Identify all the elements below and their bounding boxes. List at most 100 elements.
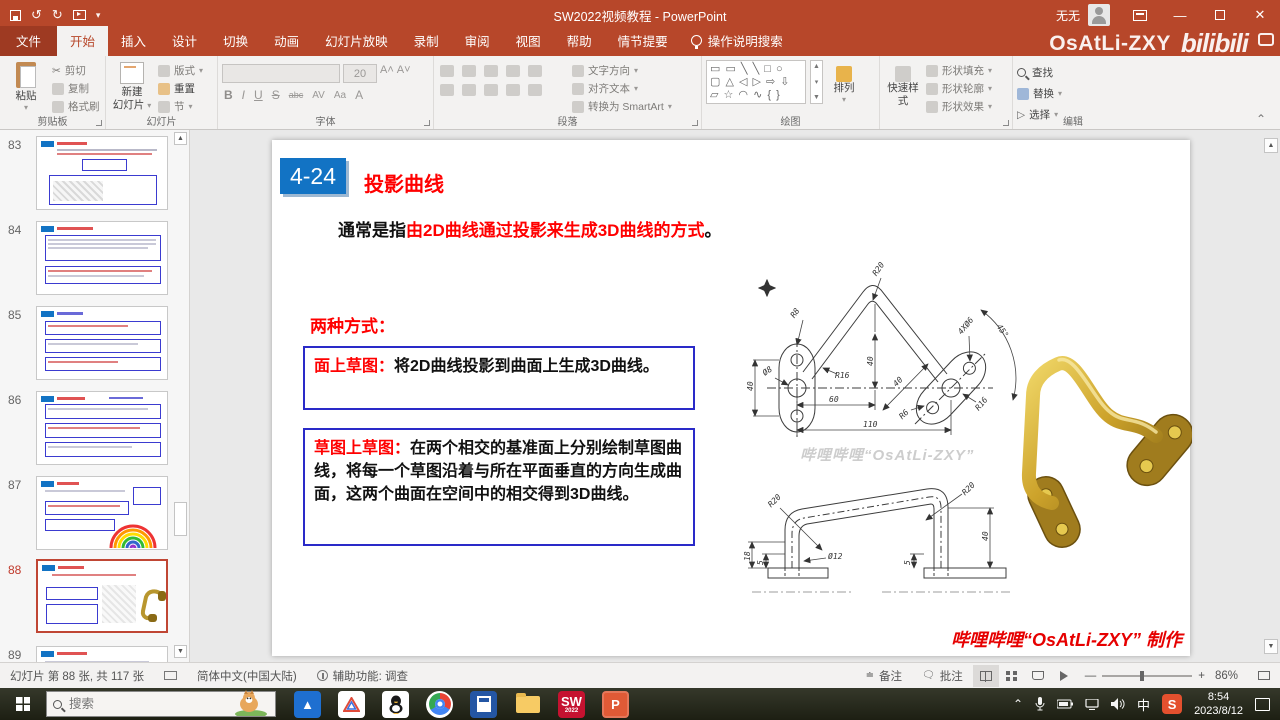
find-button[interactable]: 查找: [1017, 65, 1062, 80]
solidworks-app-icon[interactable]: SW 2022: [558, 690, 585, 720]
shape-outline-button[interactable]: 形状轮廓 ▾: [926, 81, 992, 96]
tab-review[interactable]: 审阅: [452, 26, 503, 56]
quick-styles-button[interactable]: 快速样式: [884, 60, 922, 115]
undo-icon[interactable]: ↺: [31, 7, 42, 23]
file-explorer-icon[interactable]: [514, 691, 541, 720]
user-name[interactable]: 无无: [1048, 7, 1088, 24]
sogou-ime-icon[interactable]: S: [1162, 694, 1183, 714]
thumbnail-slide-86[interactable]: [36, 391, 168, 465]
cut-button[interactable]: ✂ 剪切: [52, 63, 100, 78]
smartart-button[interactable]: 转换为 SmartArt ▾: [572, 99, 672, 114]
align-center-icon[interactable]: [462, 84, 476, 96]
new-slide-button[interactable]: 新建 幻灯片 ▾: [110, 60, 154, 115]
paste-button[interactable]: 粘贴 ▾: [4, 60, 48, 115]
tab-view[interactable]: 视图: [503, 26, 554, 56]
tab-record[interactable]: 录制: [401, 26, 452, 56]
copy-button[interactable]: 复制: [52, 81, 100, 96]
layout-button[interactable]: 版式 ▾: [158, 63, 203, 78]
start-button[interactable]: [0, 688, 46, 720]
redo-icon[interactable]: ↻: [52, 7, 63, 23]
save-icon[interactable]: [10, 9, 21, 21]
columns-icon[interactable]: [528, 84, 542, 96]
battery-icon[interactable]: [1057, 699, 1074, 709]
normal-view-button[interactable]: [972, 664, 999, 687]
close-button[interactable]: ✕: [1240, 0, 1280, 30]
thumbnail-slide-87[interactable]: [36, 476, 168, 550]
tab-design[interactable]: 设计: [159, 26, 210, 56]
qq-app-icon[interactable]: [382, 690, 409, 718]
align-left-icon[interactable]: [440, 84, 454, 96]
format-painter-button[interactable]: 格式刷: [52, 99, 100, 114]
zoom-out-button[interactable]: —: [1077, 670, 1097, 682]
minimize-button[interactable]: —: [1160, 0, 1200, 30]
canvas-scrollbar[interactable]: ▲ ▼: [1264, 138, 1278, 654]
restore-button[interactable]: [1200, 0, 1240, 30]
taskbar-search[interactable]: [46, 690, 276, 717]
align-text-button[interactable]: 对齐文本 ▾: [572, 81, 672, 96]
italic-button[interactable]: I: [242, 88, 245, 102]
decrease-indent-icon[interactable]: [484, 65, 498, 77]
ribbon-display-options-button[interactable]: [1120, 0, 1160, 30]
change-case-button[interactable]: Aa: [334, 90, 346, 101]
photos-app-icon[interactable]: ▲: [294, 690, 321, 718]
paragraph-dialog-launcher[interactable]: [692, 120, 698, 126]
language-button[interactable]: 简体中文(中国大陆): [187, 668, 307, 684]
accessibility-status[interactable]: 辅助功能: 调查: [307, 668, 418, 684]
clipboard-dialog-launcher[interactable]: [96, 120, 102, 126]
shape-fill-button[interactable]: 形状填充 ▾: [926, 63, 992, 78]
tab-insert[interactable]: 插入: [108, 26, 159, 56]
display-settings-button[interactable]: [154, 671, 187, 680]
arrange-button[interactable]: 排列 ▾: [827, 60, 861, 115]
font-color-button[interactable]: A: [355, 88, 363, 102]
thumbnail-scrollbar[interactable]: ▲ ▼: [174, 132, 187, 658]
clock[interactable]: 8:54 2023/8/12: [1194, 690, 1243, 719]
strikethrough-button[interactable]: S: [272, 88, 280, 102]
volume-icon[interactable]: [1111, 698, 1125, 710]
shapes-gallery[interactable]: ▭ ▭ ╲ ╲ □ ○ ▢ △ ◁ ▷ ⇨ ⇩ ▱ ☆ ◠ ∿ { }: [706, 60, 806, 104]
shapes-gallery-scroll[interactable]: ▲ ▾ ▼: [810, 60, 823, 104]
align-right-icon[interactable]: [484, 84, 498, 96]
reset-button[interactable]: 重置: [158, 81, 203, 96]
collapse-ribbon-icon[interactable]: ⌃: [1256, 112, 1266, 126]
thumbnail-slide-85[interactable]: [36, 306, 168, 380]
reading-view-button[interactable]: [1025, 665, 1051, 687]
font-name-box[interactable]: [222, 64, 340, 83]
text-direction-button[interactable]: 文字方向 ▾: [572, 63, 672, 78]
bullets-icon[interactable]: [440, 65, 454, 77]
thumbnail-slide-84[interactable]: [36, 221, 168, 295]
qat-customize-icon[interactable]: ▾: [96, 10, 101, 21]
avatar[interactable]: [1088, 4, 1110, 26]
tab-slideshow[interactable]: 幻灯片放映: [312, 26, 401, 56]
grow-font-button[interactable]: A˄: [380, 64, 394, 83]
scroll-down-icon[interactable]: ▼: [174, 645, 187, 658]
line-spacing-icon[interactable]: [528, 65, 542, 77]
tab-help[interactable]: 帮助: [554, 26, 605, 56]
tell-me-search[interactable]: 操作说明搜索: [681, 26, 793, 56]
microphone-icon[interactable]: [1035, 697, 1045, 711]
triangle-app-icon[interactable]: [338, 690, 365, 718]
thumbnail-slide-89[interactable]: [36, 646, 168, 662]
calculator-app-icon[interactable]: [470, 690, 497, 718]
bold-button[interactable]: B: [224, 88, 233, 102]
powerpoint-app-icon[interactable]: P: [602, 690, 629, 720]
zoom-slider-thumb[interactable]: [1140, 670, 1145, 681]
slide-88[interactable]: 4-24 投影曲线 通常是指由2D曲线通过投影来生成3D曲线的方式。 两种方式：…: [272, 140, 1192, 656]
justify-icon[interactable]: [506, 84, 520, 96]
char-spacing-button[interactable]: AV: [312, 90, 325, 101]
font-dialog-launcher[interactable]: [424, 120, 430, 126]
tab-transitions[interactable]: 切换: [210, 26, 261, 56]
zoom-slider[interactable]: [1102, 670, 1193, 681]
paste-dropdown-icon[interactable]: ▾: [24, 103, 28, 113]
fit-to-window-button[interactable]: [1248, 671, 1280, 680]
shrink-font-button[interactable]: A˅: [397, 64, 411, 83]
tab-home[interactable]: 开始: [57, 26, 109, 56]
section-button[interactable]: 节 ▾: [158, 99, 203, 114]
notes-button[interactable]: ≐ 备注: [856, 668, 912, 684]
shape-effects-button[interactable]: 形状效果 ▾: [926, 99, 992, 114]
show-hidden-icons[interactable]: ⌃: [1013, 697, 1023, 711]
scroll-up-icon[interactable]: ▲: [174, 132, 187, 145]
underline-button[interactable]: U: [254, 88, 263, 102]
comments-button[interactable]: 🗨 批注: [912, 668, 973, 684]
increase-indent-icon[interactable]: [506, 65, 520, 77]
slide-sorter-view-button[interactable]: [999, 665, 1025, 687]
